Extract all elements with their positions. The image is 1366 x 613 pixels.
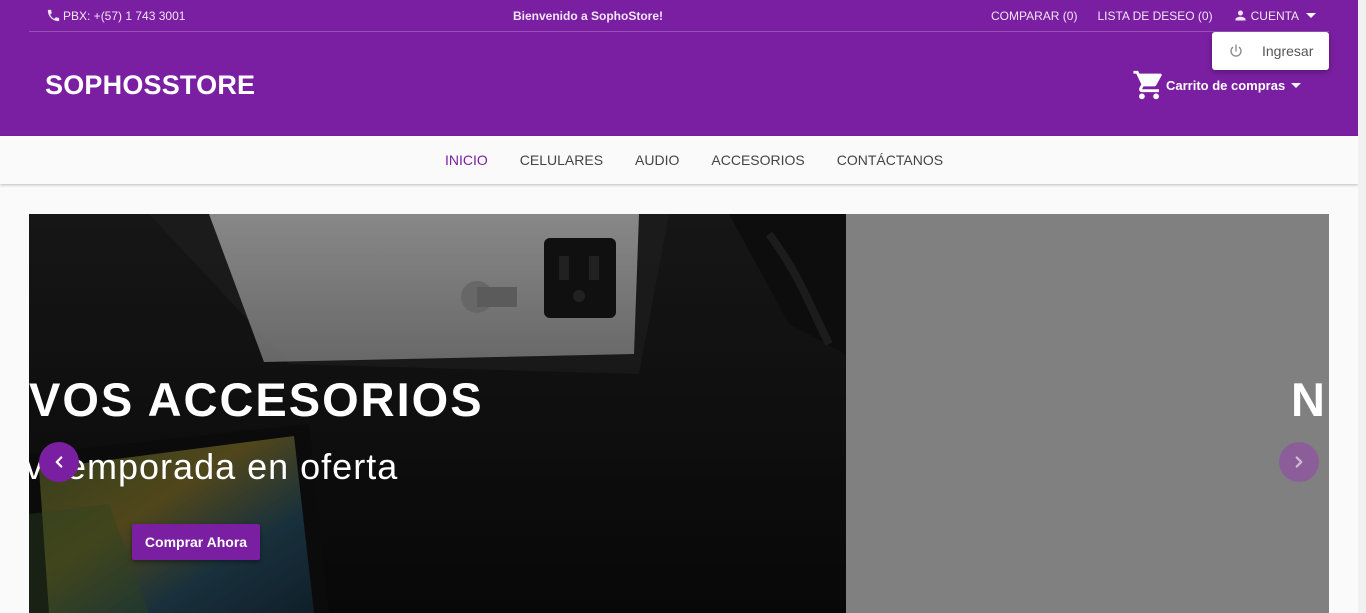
site-header: PBX: +(57) 1 743 3001 Bienvenido a Sopho… xyxy=(0,0,1358,136)
next-slide-preview xyxy=(846,214,1329,613)
nav-item-accesorios[interactable]: ACCESORIOS xyxy=(695,152,820,168)
account-label: CUENTA xyxy=(1250,8,1300,23)
brand-logo[interactable]: SOPHOSSTORE xyxy=(45,70,255,101)
shop-now-button[interactable]: Comprar Ahora xyxy=(132,524,260,560)
cart-button[interactable]: Carrito de compras xyxy=(1132,68,1302,102)
shopping-cart-icon xyxy=(1133,70,1162,100)
phone-icon xyxy=(47,9,60,22)
nav-item-inicio[interactable]: INICIO xyxy=(429,152,504,168)
account-menu-toggle[interactable]: CUENTA xyxy=(1233,8,1317,23)
top-bar: PBX: +(57) 1 743 3001 Bienvenido a Sopho… xyxy=(29,0,1329,32)
welcome-message: Bienvenido a SophoStore! xyxy=(513,9,664,23)
carousel-next-button[interactable] xyxy=(1279,442,1319,482)
chevron-right-icon xyxy=(1295,456,1303,468)
slide-headline: VOS ACCESORIOS xyxy=(29,373,484,426)
phone-contact: PBX: +(57) 1 743 3001 xyxy=(46,8,185,23)
caret-down-icon xyxy=(1291,82,1302,88)
wishlist-link[interactable]: LISTA DE DESEO (0) xyxy=(1097,9,1212,23)
nav-item-contactanos[interactable]: CONTÁCTANOS xyxy=(821,152,959,168)
account-dropdown: Ingresar xyxy=(1212,32,1329,70)
hero-carousel: VOS ACCESORIOS v temporada en oferta N C… xyxy=(29,214,1329,613)
slide-subheadline: v temporada en oferta xyxy=(29,446,399,487)
login-menu-item[interactable]: Ingresar xyxy=(1262,43,1313,59)
compare-link[interactable]: COMPARAR (0) xyxy=(991,9,1077,23)
main-nav: INICIO CELULARES AUDIO ACCESORIOS CONTÁC… xyxy=(0,136,1358,184)
next-slide-headline: N xyxy=(1291,373,1325,426)
page-scrollbar[interactable] xyxy=(1358,0,1366,613)
nav-item-celulares[interactable]: CELULARES xyxy=(504,152,619,168)
chevron-left-icon xyxy=(55,456,63,468)
cart-label: Carrito de compras xyxy=(1166,77,1286,93)
person-icon xyxy=(1235,10,1246,21)
top-links: COMPARAR (0) LISTA DE DESEO (0) CUENTA xyxy=(991,8,1317,23)
power-icon xyxy=(1230,44,1242,57)
caret-down-icon xyxy=(1306,13,1317,18)
carousel-prev-button[interactable] xyxy=(39,442,79,482)
phone-number: PBX: +(57) 1 743 3001 xyxy=(63,8,186,23)
nav-item-audio[interactable]: AUDIO xyxy=(619,152,695,168)
